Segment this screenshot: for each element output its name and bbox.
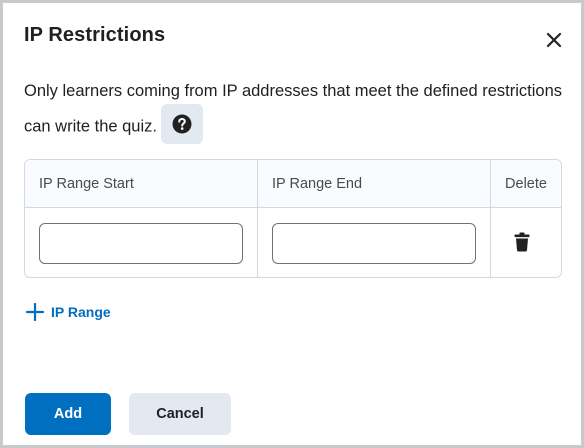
ip-range-end-input[interactable] [272,223,476,264]
ip-restrictions-dialog: IP Restrictions Only learners coming fro… [0,0,584,448]
column-header-ip-range-end: IP Range End [258,160,491,208]
ip-range-table: IP Range Start IP Range End Delete [24,159,562,278]
close-icon [546,32,562,48]
delete-row-button[interactable] [514,232,534,254]
ip-range-end-cell [258,208,491,277]
table-header: IP Range Start IP Range End Delete [25,160,561,208]
column-header-delete: Delete [505,176,547,192]
close-button[interactable] [543,29,565,51]
trash-icon [514,232,530,252]
add-button[interactable]: Add [25,393,111,435]
description-text: Only learners coming from IP addresses t… [24,82,563,136]
ip-range-start-input[interactable] [39,223,243,264]
column-header-ip-range-start: IP Range Start [25,160,258,208]
table-row [25,208,561,277]
add-ip-range-label: IP Range [51,304,111,320]
dialog-description: Only learners coming from IP addresses t… [24,75,564,147]
help-button[interactable] [160,104,203,144]
plus-icon [25,302,45,322]
dialog-title: IP Restrictions [24,24,166,46]
help-circle-icon [172,114,192,134]
add-ip-range-button[interactable]: IP Range [25,301,111,323]
delete-cell [491,208,561,277]
cancel-button[interactable]: Cancel [129,393,231,435]
ip-range-start-cell [25,208,258,277]
